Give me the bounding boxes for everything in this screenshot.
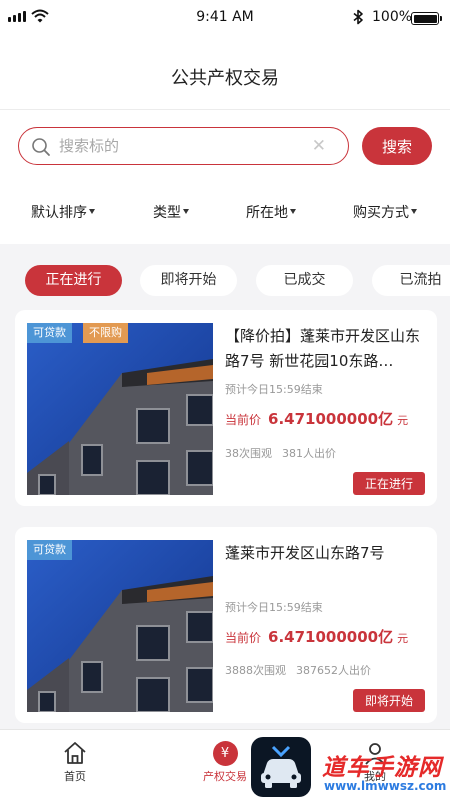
search-area: ✕ 搜索 默认排序 类型 所在地 购买方式 bbox=[0, 110, 450, 244]
filter-location[interactable]: 所在地 bbox=[246, 202, 296, 222]
status-button[interactable]: 正在进行 bbox=[353, 472, 425, 495]
caret-down-icon bbox=[89, 208, 95, 214]
listing-title: 蓬莱市开发区山东路7号 bbox=[225, 544, 385, 562]
caret-down-icon bbox=[290, 208, 296, 214]
tabbar-home[interactable]: 首页 bbox=[35, 738, 115, 784]
search-input[interactable] bbox=[59, 134, 309, 158]
listing-card[interactable]: 可贷款 蓬莱市开发区山东路7号 预计今日15:59结束 当前价 6.4710000… bbox=[15, 527, 437, 723]
listing-price: 当前价 6.471000000亿元 bbox=[225, 626, 408, 647]
bid-count: 381人出价 bbox=[282, 447, 336, 460]
view-count: 38次围观 bbox=[225, 447, 272, 460]
filter-sort[interactable]: 默认排序 bbox=[31, 202, 95, 222]
page-title: 公共产权交易 bbox=[171, 68, 279, 89]
filter-purchase-method[interactable]: 购买方式 bbox=[353, 202, 417, 222]
watermark-url: www.lmwwsz.com bbox=[324, 779, 447, 793]
listing-stats: 3888次围观 387652人出价 bbox=[225, 662, 371, 678]
price-unit: 元 bbox=[397, 414, 409, 427]
watermark-logo bbox=[251, 737, 311, 797]
caret-down-icon bbox=[183, 208, 189, 214]
status-bar: 9:41 AM 100% bbox=[0, 0, 450, 36]
watermark-text: 道车手游网 bbox=[322, 755, 442, 781]
bluetooth-icon bbox=[353, 9, 363, 25]
listing-image: 可贷款 bbox=[27, 540, 213, 712]
car-icon bbox=[261, 745, 301, 788]
listing-stats: 38次围观 381人出价 bbox=[225, 445, 336, 461]
price-value: 6.471000000亿 bbox=[268, 628, 394, 646]
price-label: 当前价 bbox=[225, 413, 262, 427]
battery-percent: 100% bbox=[372, 9, 413, 25]
filter-bar: 默认排序 类型 所在地 购买方式 bbox=[0, 198, 450, 224]
search-box: ✕ bbox=[18, 127, 349, 165]
tab-in-progress[interactable]: 正在进行 bbox=[25, 265, 122, 296]
battery-icon bbox=[411, 12, 442, 25]
listing-image: 可贷款 不限购 bbox=[27, 323, 213, 495]
caret-down-icon bbox=[411, 208, 417, 214]
loan-tag: 可贷款 bbox=[27, 323, 72, 343]
clear-icon[interactable]: ✕ bbox=[312, 136, 326, 156]
search-icon bbox=[32, 138, 50, 156]
listing-end-time: 预计今日15:59结束 bbox=[225, 383, 323, 396]
listing-card[interactable]: 可贷款 不限购 【降价拍】蓬莱市开发区山东路7号 新世花园10东路… 预计今日1… bbox=[15, 310, 437, 506]
listing-end-time: 预计今日15:59结束 bbox=[225, 601, 323, 614]
bid-count: 387652人出价 bbox=[296, 664, 371, 677]
status-button[interactable]: 即将开始 bbox=[353, 689, 425, 712]
tab-unsold[interactable]: 已流拍 bbox=[372, 265, 450, 296]
price-label: 当前价 bbox=[225, 631, 262, 645]
tabbar-home-label: 首页 bbox=[64, 770, 86, 783]
no-limit-tag: 不限购 bbox=[83, 323, 128, 343]
tab-sold[interactable]: 已成交 bbox=[256, 265, 353, 296]
listing-title: 【降价拍】蓬莱市开发区山东路7号 新世花园10东路… bbox=[225, 327, 421, 370]
yen-icon: ¥ bbox=[212, 740, 238, 766]
price-unit: 元 bbox=[397, 632, 409, 645]
status-tabs: 正在进行 即将开始 已成交 已流拍 bbox=[0, 244, 450, 306]
home-icon bbox=[64, 742, 86, 764]
nav-bar: 公共产权交易 bbox=[0, 36, 450, 110]
tab-upcoming[interactable]: 即将开始 bbox=[140, 265, 237, 296]
view-count: 3888次围观 bbox=[225, 664, 286, 677]
filter-type[interactable]: 类型 bbox=[153, 202, 189, 222]
price-value: 6.471000000亿 bbox=[268, 410, 394, 428]
loan-tag: 可贷款 bbox=[27, 540, 72, 560]
listing-price: 当前价 6.471000000亿元 bbox=[225, 408, 408, 429]
search-button[interactable]: 搜索 bbox=[362, 127, 432, 165]
